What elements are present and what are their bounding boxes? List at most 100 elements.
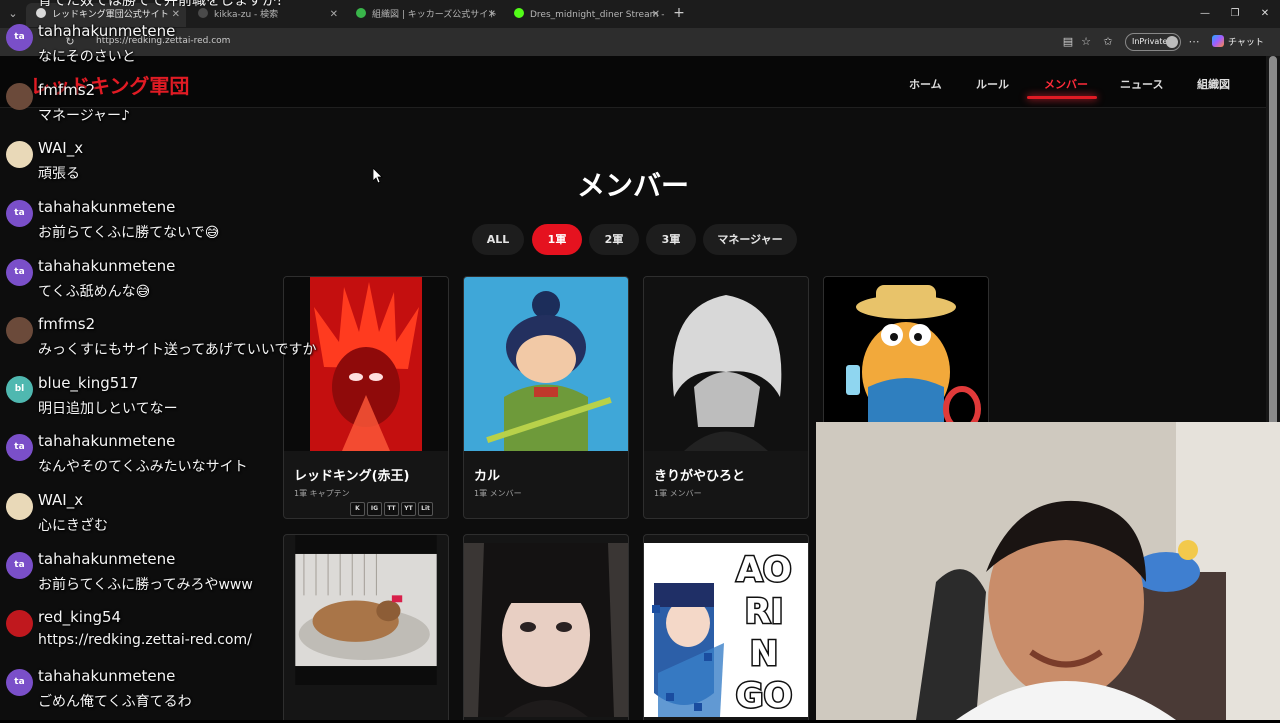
filter-team-2[interactable]: 2軍	[589, 224, 639, 255]
chat-message: ta tahahakunmetene なにそのさいと	[6, 22, 296, 78]
chat-text: お前らてくふに勝ってみろやwww	[38, 577, 253, 593]
chat-text: なんやそのてくふみたいなサイト	[38, 459, 248, 475]
chat-text: 明日追加しといてなー	[38, 401, 178, 417]
chat-username: tahahakunmetene	[38, 257, 176, 275]
avatar	[6, 610, 33, 637]
avatar: ta	[6, 259, 33, 286]
filter-team-3[interactable]: 3軍	[646, 224, 696, 255]
inprivate-badge[interactable]: InPrivate	[1125, 33, 1181, 51]
tab-title: 組織図 | キッカーズ公式サイト	[372, 10, 498, 20]
chat-username: tahahakunmetene	[38, 667, 176, 685]
member-role: 1軍 メンバー	[474, 489, 522, 498]
tab-stream[interactable]: Dres_midnight_diner Stream - Wa ✕	[504, 3, 666, 27]
chat-partial-message: 育てた奴では勝てて弁前職をしますか？	[38, 0, 290, 9]
chat-message: WAI_x 心にきざむ	[6, 491, 296, 547]
avatar	[6, 493, 33, 520]
member-card[interactable]	[463, 534, 629, 720]
member-name: きりがやひろと	[654, 469, 746, 484]
chat-message: ta tahahakunmetene お前らてくふに勝ってみろやwww	[6, 550, 296, 606]
art-text: AO	[736, 550, 791, 590]
kick-favicon-icon	[514, 8, 524, 18]
more-menu-icon[interactable]: ⋯	[1186, 34, 1202, 50]
tiktok-link-icon[interactable]: TT	[384, 502, 399, 516]
avatar	[6, 317, 33, 344]
favorites-icon[interactable]: ✩	[1100, 34, 1116, 50]
member-role: 1軍 キャプテン	[294, 489, 350, 498]
member-photo	[284, 277, 448, 451]
close-tab-icon[interactable]: ✕	[488, 3, 496, 27]
minimize-icon[interactable]: —	[1188, 0, 1222, 28]
chat-username: tahahakunmetene	[38, 550, 176, 568]
filter-manager[interactable]: マネージャー	[703, 224, 797, 255]
chat-text: てくふ舐めんな😅	[38, 284, 151, 300]
close-tab-icon[interactable]: ✕	[330, 3, 338, 27]
copilot-button[interactable]: チャット	[1212, 35, 1264, 48]
art-text: RI	[745, 592, 784, 632]
avatar: ta	[6, 24, 33, 51]
member-card[interactable]	[283, 534, 449, 720]
member-card[interactable]: きりがやひろと 1軍 メンバー	[643, 276, 809, 519]
webcam-overlay	[816, 422, 1280, 720]
art-text: N	[750, 634, 778, 674]
member-name: レッドキング(赤王)	[294, 469, 410, 484]
avatar	[6, 83, 33, 110]
tab-title: Dres_midnight_diner Stream - Wa	[530, 10, 666, 20]
filter-team-1[interactable]: 1軍	[532, 224, 582, 255]
chat-text: なにそのさいと	[38, 49, 136, 65]
copilot-icon	[1212, 35, 1224, 47]
mouse-cursor-icon	[373, 168, 383, 184]
chat-message: ta tahahakunmetene お前らてくふに勝てないで😅	[6, 198, 296, 254]
member-name: カル	[474, 469, 501, 484]
kickers-favicon-icon	[356, 8, 366, 18]
scrollbar-thumb[interactable]	[1269, 56, 1277, 426]
inprivate-label: InPrivate	[1132, 37, 1168, 46]
profile-avatar	[1166, 36, 1178, 48]
chat-username: WAI_x	[38, 491, 84, 509]
chat-message: ta tahahakunmetene なんやそのてくふみたいなサイト	[6, 432, 296, 488]
member-card[interactable]: レッドキング(赤王) 1軍 キャプテン K IG TT YT Lit	[283, 276, 449, 519]
nav-active-indicator	[1027, 96, 1097, 99]
chat-username: tahahakunmetene	[38, 22, 176, 40]
window-close-icon[interactable]: ✕	[1248, 0, 1280, 28]
instagram-link-icon[interactable]: IG	[367, 502, 382, 516]
favorite-star-icon[interactable]: ☆	[1078, 34, 1094, 50]
avatar: ta	[6, 669, 33, 696]
nav-members[interactable]: メンバー	[1044, 76, 1088, 92]
chat-username: red_king54	[38, 608, 122, 626]
avatar: ta	[6, 200, 33, 227]
chat-text: https://redking.zettai-red.com/	[38, 632, 252, 648]
close-tab-icon[interactable]: ✕	[652, 3, 660, 27]
chat-text: 頑張る	[38, 166, 80, 182]
avatar: bl	[6, 376, 33, 403]
member-card[interactable]: AO RI N GO	[643, 534, 809, 720]
avatar: ta	[6, 434, 33, 461]
new-tab-button[interactable]: +	[670, 4, 688, 22]
filter-all[interactable]: ALL	[472, 224, 524, 255]
litlink-icon[interactable]: Lit	[418, 502, 433, 516]
chat-username: tahahakunmetene	[38, 432, 176, 450]
copilot-label: チャット	[1228, 38, 1264, 48]
member-card[interactable]: カル 1軍 メンバー	[463, 276, 629, 519]
youtube-link-icon[interactable]: YT	[401, 502, 416, 516]
chat-username: blue_king517	[38, 374, 139, 392]
member-photo	[644, 277, 808, 451]
sns-links: K IG TT YT Lit	[350, 495, 435, 516]
reader-icon[interactable]: ▤	[1060, 34, 1076, 50]
nav-home[interactable]: ホーム	[909, 76, 942, 92]
chat-username: WAI_x	[38, 139, 84, 157]
stream-chat-overlay: 育てた奴では勝てて弁前職をしますか？ ta tahahakunmetene なに…	[0, 0, 316, 720]
nav-news[interactable]: ニュース	[1120, 76, 1163, 92]
kick-link-icon[interactable]: K	[350, 502, 365, 516]
member-photo	[464, 543, 628, 717]
nav-rules[interactable]: ルール	[976, 76, 1009, 92]
tab-kickers[interactable]: 組織図 | キッカーズ公式サイト ✕	[346, 3, 502, 27]
maximize-icon[interactable]: ❐	[1218, 0, 1252, 28]
nav-org-chart[interactable]: 組織図	[1197, 76, 1230, 92]
chat-text: マネージャー♪	[38, 108, 130, 124]
chat-message: red_king54 https://redking.zettai-red.co…	[6, 608, 296, 664]
art-text: GO	[736, 676, 793, 716]
chat-text: みっくすにもサイト送ってあげていいですか	[38, 342, 317, 358]
chat-username: tahahakunmetene	[38, 198, 176, 216]
member-photo	[464, 277, 628, 451]
avatar	[6, 141, 33, 168]
